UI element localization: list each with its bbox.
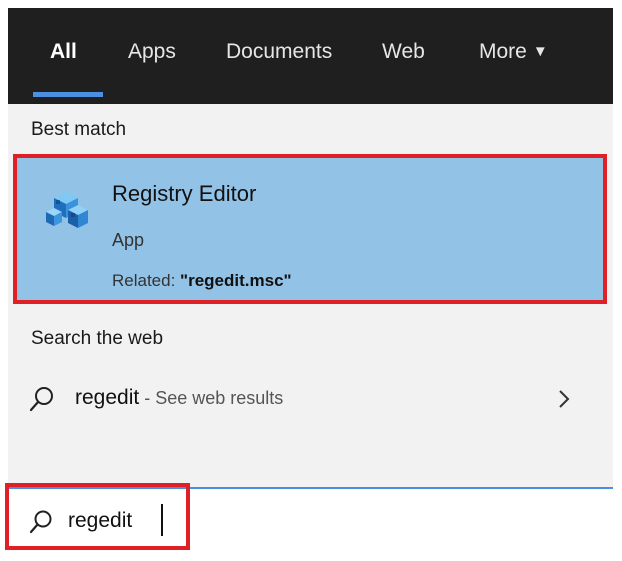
search-highlight-box — [5, 483, 190, 550]
tab-all[interactable]: All — [50, 40, 77, 64]
registry-cube-icon — [44, 186, 90, 237]
chevron-right-icon[interactable] — [556, 387, 572, 416]
web-query: regedit — [75, 386, 140, 409]
tab-bar: All Apps Documents Web More ▼ — [8, 8, 613, 104]
web-suffix: - See web results — [139, 388, 284, 408]
web-result-row[interactable]: regedit - See web results — [8, 371, 613, 427]
app-related: Related: "regedit.msc" — [112, 271, 292, 291]
app-title: Registry Editor — [112, 181, 257, 206]
app-type: App — [112, 230, 145, 250]
tab-more[interactable]: More ▼ — [479, 40, 548, 64]
search-web-heading: Search the web — [31, 328, 164, 349]
tab-documents[interactable]: Documents — [226, 40, 332, 64]
best-match-registry-editor[interactable]: Registry Editor App Related: "regedit.ms… — [13, 154, 607, 304]
tab-apps[interactable]: Apps — [128, 40, 176, 64]
active-tab-indicator — [33, 92, 103, 97]
web-result-text: regedit - See web results — [75, 386, 283, 410]
caret-down-icon: ▼ — [532, 43, 548, 60]
search-panel: All Apps Documents Web More ▼ Best match — [8, 8, 613, 553]
related-prefix: Related: — [112, 271, 181, 290]
best-match-heading: Best match — [31, 119, 127, 140]
search-icon — [28, 385, 56, 418]
tab-web[interactable]: Web — [382, 40, 425, 64]
related-value: "regedit.msc" — [180, 271, 292, 290]
tab-more-label: More — [479, 40, 527, 63]
